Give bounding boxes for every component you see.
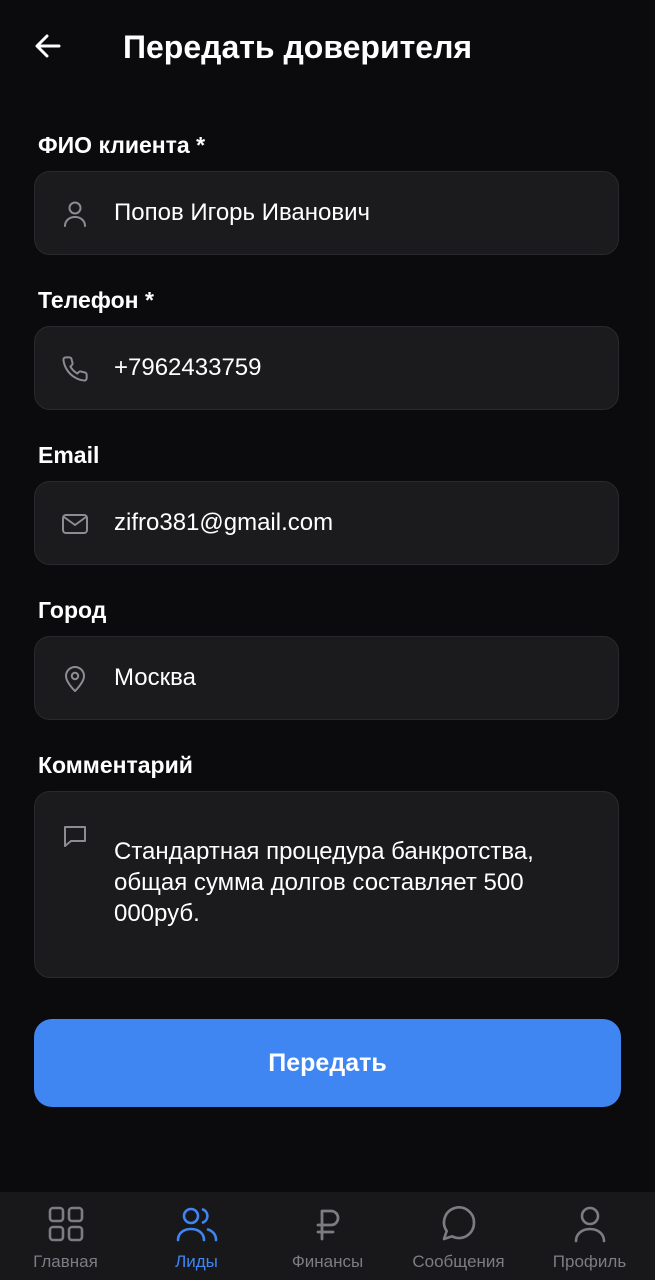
nav-item-leads[interactable]: Лиды	[131, 1192, 262, 1280]
users-icon	[131, 1204, 262, 1244]
name-field-box	[34, 171, 619, 255]
name-label: ФИО клиента *	[38, 132, 206, 158]
nav-label-leads: Лиды	[175, 1252, 218, 1271]
map-pin-icon	[61, 665, 89, 693]
city-label: Город	[38, 597, 107, 623]
city-input[interactable]	[114, 637, 594, 719]
email-input[interactable]	[114, 482, 594, 564]
grid-icon	[0, 1204, 131, 1244]
email-field-box	[34, 481, 619, 565]
bottom-nav: Главная Лиды Финансы Сообщения Профиль	[0, 1192, 655, 1280]
nav-label-home: Главная	[33, 1252, 98, 1271]
header: Передать доверителя	[0, 0, 655, 96]
phone-field-box	[34, 326, 619, 410]
message-circle-icon	[393, 1204, 524, 1244]
ruble-icon	[262, 1204, 393, 1244]
nav-label-messages: Сообщения	[412, 1252, 505, 1271]
phone-label: Телефон *	[38, 287, 154, 313]
nav-label-finance: Финансы	[291, 1252, 364, 1271]
comment-textarea[interactable]: Стандартная процедура банкротства, общая…	[114, 836, 584, 956]
profile-icon	[524, 1204, 655, 1244]
nav-label-profile: Профиль	[552, 1252, 627, 1271]
arrow-left-icon	[35, 34, 61, 58]
comment-field-box: Стандартная процедура банкротства, общая…	[34, 791, 619, 978]
nav-item-messages[interactable]: Сообщения	[393, 1192, 524, 1280]
nav-item-finance[interactable]: Финансы	[262, 1192, 393, 1280]
message-square-icon	[61, 822, 89, 850]
user-icon	[61, 200, 89, 228]
name-input[interactable]	[114, 172, 594, 254]
phone-input[interactable]	[114, 327, 594, 409]
back-button[interactable]	[28, 26, 68, 66]
city-field-box	[34, 636, 619, 720]
phone-icon	[61, 355, 89, 383]
mail-icon	[61, 510, 89, 538]
submit-button[interactable]: Передать	[34, 1019, 621, 1107]
nav-item-profile[interactable]: Профиль	[524, 1192, 655, 1280]
nav-item-home[interactable]: Главная	[0, 1192, 131, 1280]
page-title: Передать доверителя	[123, 29, 473, 65]
email-label: Email	[38, 442, 100, 468]
comment-label: Комментарий	[38, 752, 193, 778]
